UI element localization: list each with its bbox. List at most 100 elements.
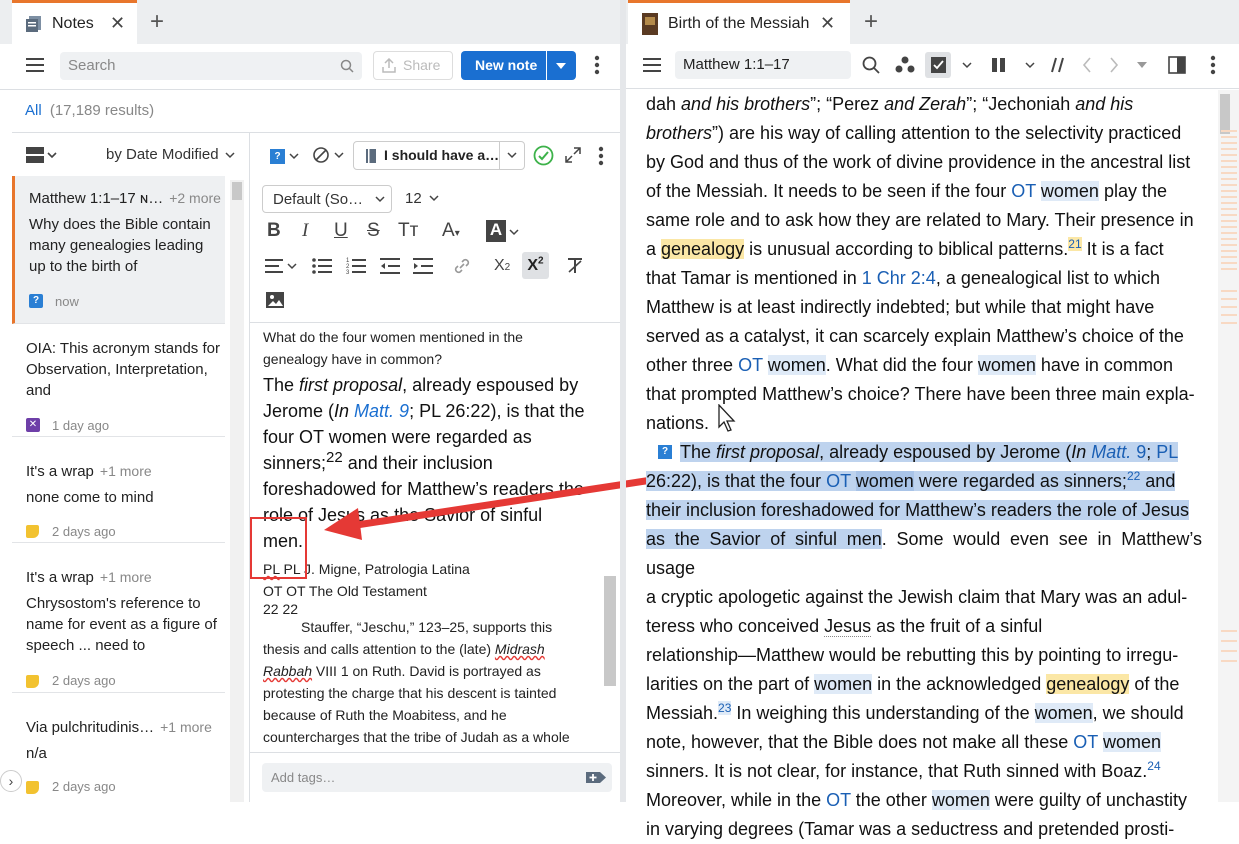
columns-icon[interactable] — [991, 57, 1007, 73]
subscript-icon[interactable]: X2 — [494, 257, 510, 275]
search-input[interactable]: Search — [68, 57, 116, 74]
numbered-list-icon[interactable]: 123 — [346, 257, 366, 275]
ot-link[interactable]: OT — [738, 355, 763, 375]
highlight-tag-icon — [26, 525, 39, 538]
tags-input[interactable]: Add tags… — [262, 763, 612, 792]
search-box[interactable]: Search — [60, 52, 362, 80]
link-icon[interactable] — [452, 256, 472, 276]
bible-link[interactable]: 9 — [1136, 442, 1146, 462]
font-family-select[interactable]: Default (So… — [262, 185, 392, 213]
scrollbar-thumb[interactable] — [1220, 94, 1230, 134]
ot-link[interactable]: OT — [1011, 181, 1036, 201]
panel-layout-icon[interactable] — [1168, 56, 1186, 74]
footnote-ref[interactable]: 22 — [1127, 469, 1140, 483]
chevron-down-icon[interactable] — [962, 62, 972, 69]
reference-input[interactable]: Matthew 1:1–17 — [675, 51, 851, 79]
search-icon[interactable] — [340, 59, 354, 73]
parallel-resources-icon[interactable] — [1050, 56, 1068, 74]
reader-scrollbar[interactable] — [1218, 90, 1239, 802]
pane-splitter[interactable] — [620, 0, 626, 802]
list-item[interactable]: It's a wrap +1 more Chrysostom's referenc… — [12, 543, 225, 693]
footnote-ref[interactable]: 21 — [1068, 237, 1082, 251]
view-layout-icon[interactable] — [26, 146, 58, 164]
scrollbar-thumb[interactable] — [604, 576, 616, 686]
visual-filters-icon[interactable] — [895, 56, 915, 74]
list-item[interactable]: OIA: This acronym stands for Observation… — [12, 324, 225, 437]
bible-link[interactable]: Matt. 9 — [354, 401, 409, 421]
ot-link[interactable]: OT — [826, 790, 851, 810]
no-style-dropdown[interactable] — [312, 146, 344, 164]
new-tab-plus-icon[interactable]: + — [864, 8, 878, 36]
filter-all-link[interactable]: All — [25, 102, 42, 119]
outdent-icon[interactable] — [380, 257, 400, 275]
tab-notes[interactable]: Notes ✕ — [12, 0, 137, 44]
notes-list: Matthew 1:1–17 ɴ… +2 more Why does the Bi… — [0, 176, 248, 802]
indent-icon[interactable] — [413, 257, 433, 275]
text-size-icon[interactable]: Tт — [398, 220, 418, 242]
chevron-down-icon[interactable] — [509, 229, 519, 236]
close-tab-icon[interactable]: ✕ — [110, 13, 125, 34]
footnote-ref[interactable]: 24 — [1147, 759, 1160, 773]
list-item[interactable]: Via pulchritudinis… +1 more n/a 2 days ag… — [12, 693, 225, 802]
expand-sidebar-button[interactable]: › — [0, 770, 22, 792]
tab-notes-title: Notes — [52, 14, 94, 32]
notes-list-scrollbar[interactable] — [230, 180, 244, 802]
note-more: +1 more — [160, 719, 212, 735]
bible-link[interactable]: 1 Chr 2:4 — [862, 268, 936, 288]
insert-image-icon[interactable] — [265, 290, 285, 310]
hamburger-menu-icon[interactable] — [26, 57, 44, 73]
question-tag-icon: ? — [29, 294, 43, 308]
history-dropdown-icon[interactable] — [1137, 62, 1147, 69]
tab-birth-of-messiah[interactable]: Birth of the Messiah ✕ — [628, 0, 850, 44]
list-item[interactable]: Matthew 1:1–17 ɴ… +2 more Why does the Bi… — [12, 176, 225, 324]
ot-link[interactable]: OT — [1073, 732, 1098, 752]
text-run: . What did the four — [825, 355, 978, 375]
bold-icon[interactable]: B — [267, 220, 281, 242]
expand-icon[interactable] — [565, 147, 581, 163]
list-item[interactable]: It's a wrap +1 more none come to mind 2 d… — [12, 437, 225, 543]
more-options-icon[interactable] — [598, 146, 604, 166]
share-button[interactable]: Share — [373, 51, 453, 80]
superscript-icon[interactable]: X2 — [522, 252, 549, 279]
footnote-ref[interactable]: 23 — [718, 701, 732, 715]
clear-formatting-icon[interactable] — [566, 257, 584, 275]
hamburger-menu-icon[interactable] — [643, 57, 661, 73]
jesus-link[interactable]: Jesus — [824, 616, 872, 637]
back-arrow-icon[interactable] — [1081, 56, 1093, 74]
font-color-icon[interactable]: A▾ — [442, 220, 460, 242]
book-text[interactable]: dah and his brothers”; “Perez and Zerah”… — [646, 90, 1202, 844]
strikethrough-icon[interactable]: S — [367, 220, 380, 242]
note-type-dropdown[interactable]: ? — [270, 148, 299, 166]
sort-label: by Date Modified — [106, 146, 219, 163]
highlight-color-icon[interactable]: A — [486, 220, 506, 242]
more-options-icon[interactable] — [594, 55, 600, 75]
text-line: brothers”) are his way of calling attent… — [646, 119, 1202, 148]
align-icon[interactable] — [265, 257, 299, 275]
font-size-select[interactable]: 12 — [396, 185, 446, 213]
ot-link[interactable]: OT — [826, 471, 851, 491]
notebook-select[interactable]: I should have a… — [353, 141, 525, 170]
search-hit: women — [1034, 703, 1093, 723]
chevron-down-icon — [429, 195, 439, 202]
italic-icon[interactable]: I — [302, 220, 308, 242]
close-tab-icon[interactable]: ✕ — [820, 13, 835, 34]
bulleted-list-icon[interactable] — [312, 257, 332, 275]
underline-icon[interactable]: U — [334, 220, 348, 242]
sort-dropdown[interactable]: by Date Modified — [106, 146, 235, 163]
divider — [250, 322, 620, 323]
question-note-marker-icon[interactable]: ? — [658, 445, 672, 459]
chevron-down-icon[interactable] — [1025, 62, 1035, 69]
search-icon[interactable] — [862, 56, 880, 74]
more-options-icon[interactable] — [1210, 55, 1216, 75]
scrollbar-thumb[interactable] — [232, 182, 242, 200]
text-line: teress who conceived Jesus as the fruit … — [646, 612, 1202, 641]
add-tag-icon[interactable] — [586, 770, 606, 785]
forward-arrow-icon[interactable] — [1108, 56, 1120, 74]
check-circle-icon[interactable] — [533, 145, 554, 166]
new-note-dropdown-button[interactable] — [547, 51, 576, 80]
new-note-button[interactable]: New note — [461, 51, 546, 80]
bible-link[interactable]: Matt. — [1091, 442, 1131, 462]
footnote-ref[interactable]: 22 — [326, 449, 343, 466]
new-tab-plus-icon[interactable]: + — [150, 8, 164, 36]
abbrev-link[interactable]: PL — [1156, 442, 1178, 462]
